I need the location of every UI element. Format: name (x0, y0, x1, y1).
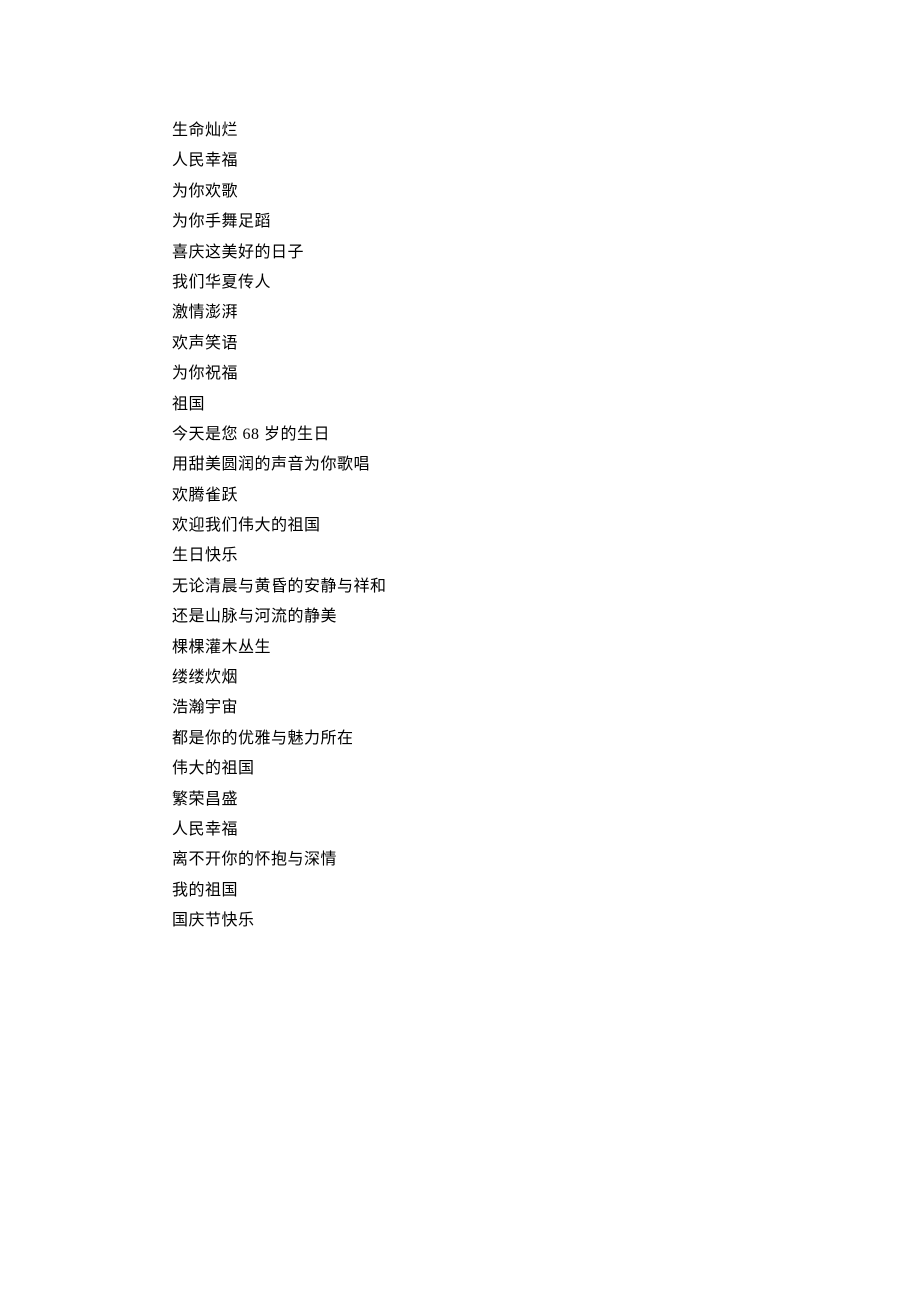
poem-line: 激情澎湃 (172, 298, 920, 328)
poem-line: 人民幸福 (172, 815, 920, 845)
poem-line: 人民幸福 (172, 146, 920, 176)
poem-line: 欢声笑语 (172, 329, 920, 359)
poem-line: 国庆节快乐 (172, 906, 920, 936)
poem-line: 伟大的祖国 (172, 754, 920, 784)
poem-line: 我的祖国 (172, 876, 920, 906)
poem-line: 生命灿烂 (172, 116, 920, 146)
poem-line: 为你祝福 (172, 359, 920, 389)
poem-line: 祖国 (172, 390, 920, 420)
poem-line: 无论清晨与黄昏的安静与祥和 (172, 572, 920, 602)
poem-line: 欢腾雀跃 (172, 481, 920, 511)
poem-line: 用甜美圆润的声音为你歌唱 (172, 450, 920, 480)
poem-line: 浩瀚宇宙 (172, 693, 920, 723)
poem-line: 棵棵灌木丛生 (172, 633, 920, 663)
poem-line: 生日快乐 (172, 541, 920, 571)
poem-line: 喜庆这美好的日子 (172, 238, 920, 268)
poem-line: 缕缕炊烟 (172, 663, 920, 693)
poem-line: 欢迎我们伟大的祖国 (172, 511, 920, 541)
poem-line: 繁荣昌盛 (172, 785, 920, 815)
poem-line: 为你手舞足蹈 (172, 207, 920, 237)
poem-line: 今天是您 68 岁的生日 (172, 420, 920, 450)
poem-line: 我们华夏传人 (172, 268, 920, 298)
poem-line: 为你欢歌 (172, 177, 920, 207)
poem-container: 生命灿烂 人民幸福 为你欢歌 为你手舞足蹈 喜庆这美好的日子 我们华夏传人 激情… (172, 116, 920, 937)
poem-line: 都是你的优雅与魅力所在 (172, 724, 920, 754)
poem-line: 还是山脉与河流的静美 (172, 602, 920, 632)
poem-line: 离不开你的怀抱与深情 (172, 845, 920, 875)
